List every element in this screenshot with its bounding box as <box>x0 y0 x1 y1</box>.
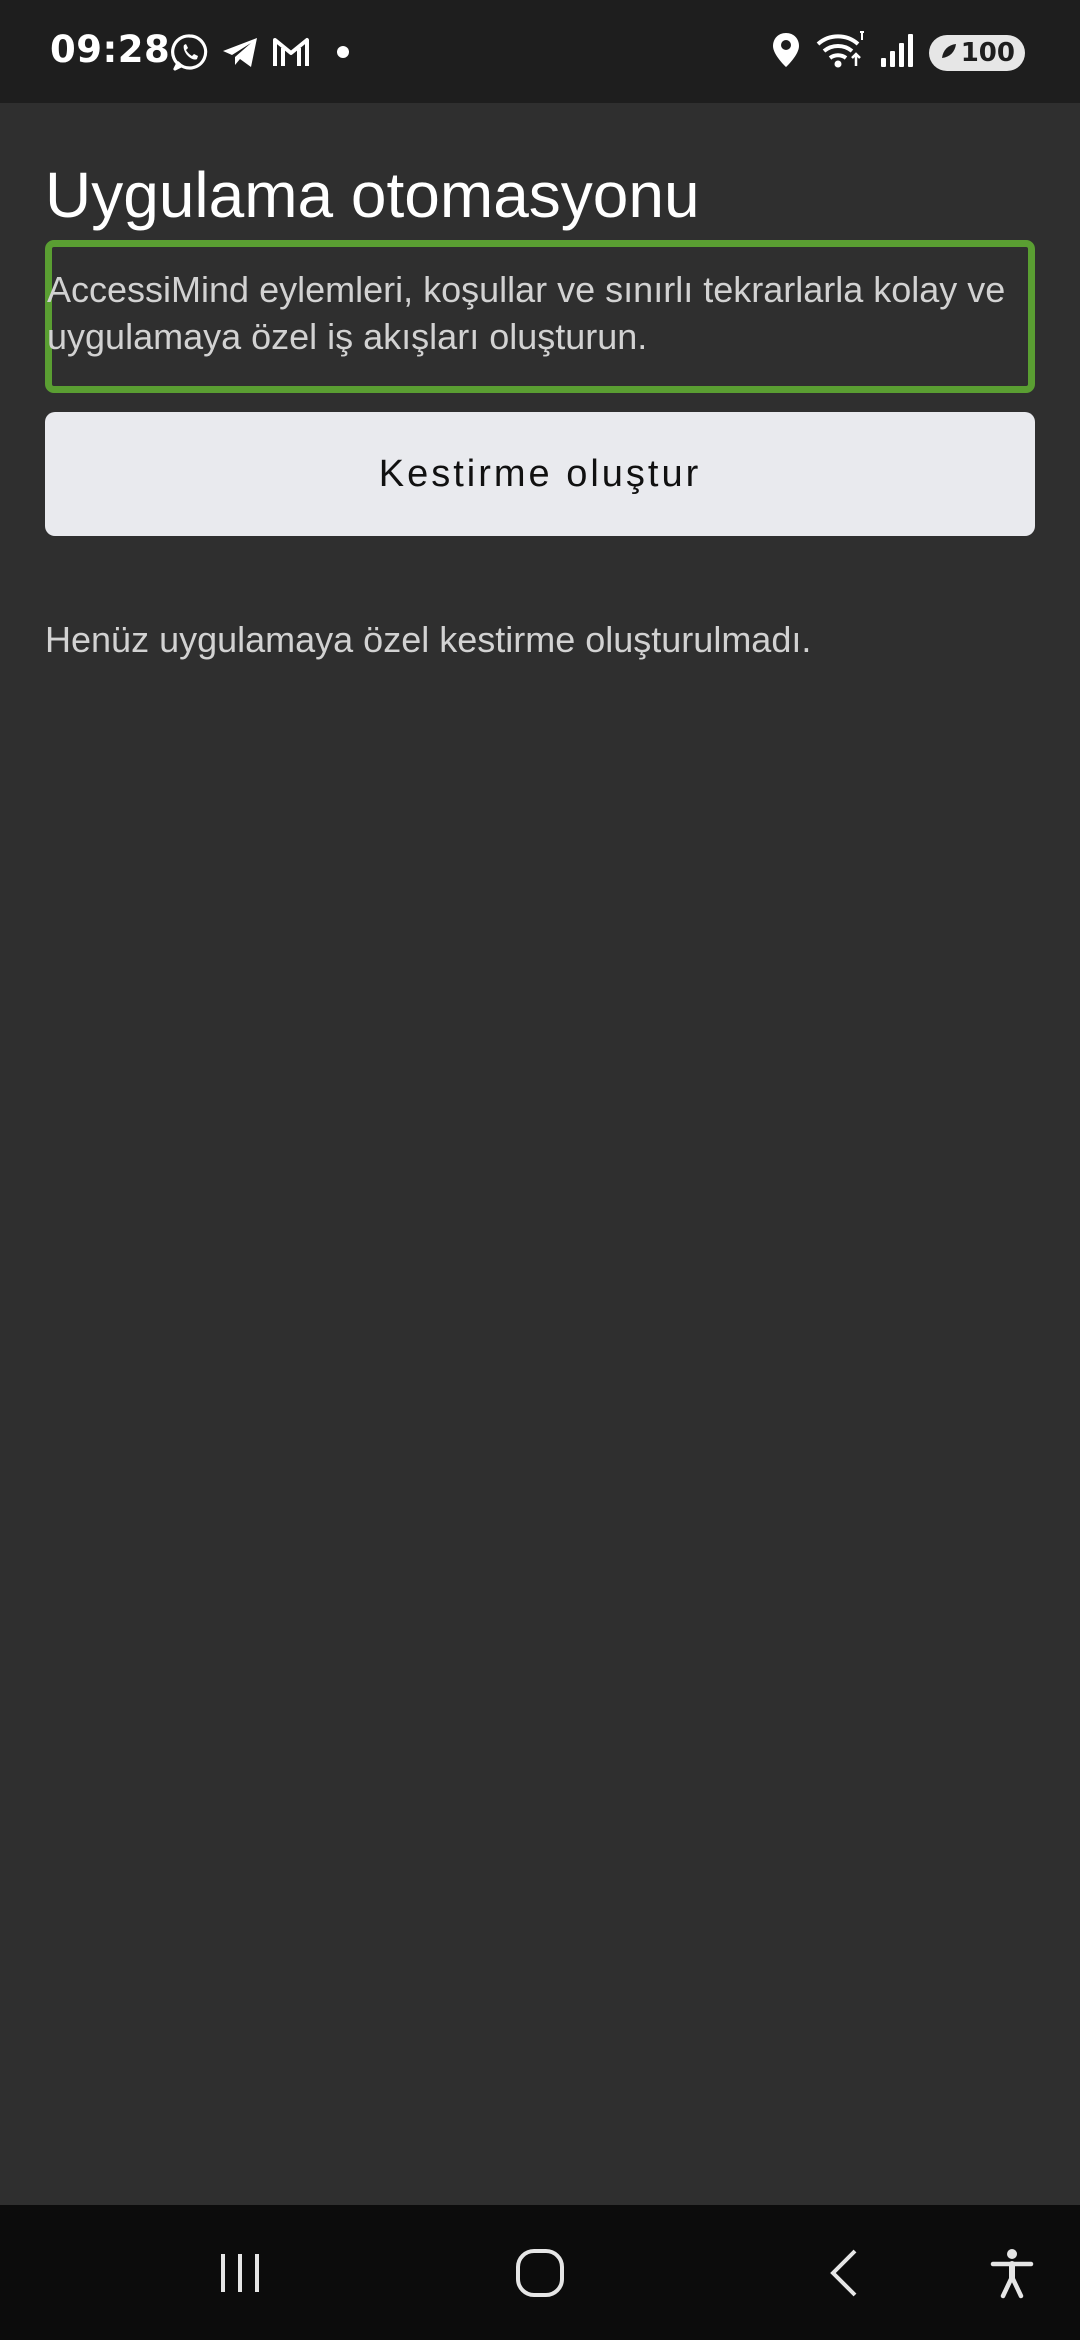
status-bar: 09:28 100 <box>0 0 1080 103</box>
description-text: AccessiMind eylemleri, koşullar ve sınır… <box>47 269 1006 357</box>
gmail-icon <box>270 32 312 72</box>
accessibility-icon <box>990 2247 1034 2299</box>
notification-icons <box>170 32 350 72</box>
location-icon <box>771 31 801 74</box>
whatsapp-icon <box>170 32 210 72</box>
page-title: Uygulama otomasyonu <box>45 159 700 231</box>
battery-saver-icon <box>939 38 959 68</box>
telegram-icon <box>220 32 260 72</box>
home-icon <box>514 2247 566 2299</box>
battery-indicator: 100 <box>928 34 1025 71</box>
recents-icon <box>215 2251 265 2295</box>
back-button[interactable] <box>795 2205 895 2340</box>
back-icon <box>825 2247 865 2299</box>
wifi-icon <box>815 30 865 75</box>
status-time: 09:28 <box>50 28 171 71</box>
home-button[interactable] <box>490 2205 590 2340</box>
empty-state-message: Henüz uygulamaya özel kestirme oluşturul… <box>45 619 812 660</box>
navigation-bar <box>0 2205 1080 2340</box>
battery-level: 100 <box>960 37 1015 68</box>
signal-icon <box>879 32 915 73</box>
notification-dot-icon <box>336 45 350 59</box>
create-shortcut-button[interactable]: Kestirme oluştur <box>45 412 1035 536</box>
system-icons: 100 <box>771 30 1025 75</box>
accessibility-button[interactable] <box>962 2205 1062 2340</box>
recents-button[interactable] <box>190 2205 290 2340</box>
create-shortcut-label: Kestirme oluştur <box>378 452 702 495</box>
